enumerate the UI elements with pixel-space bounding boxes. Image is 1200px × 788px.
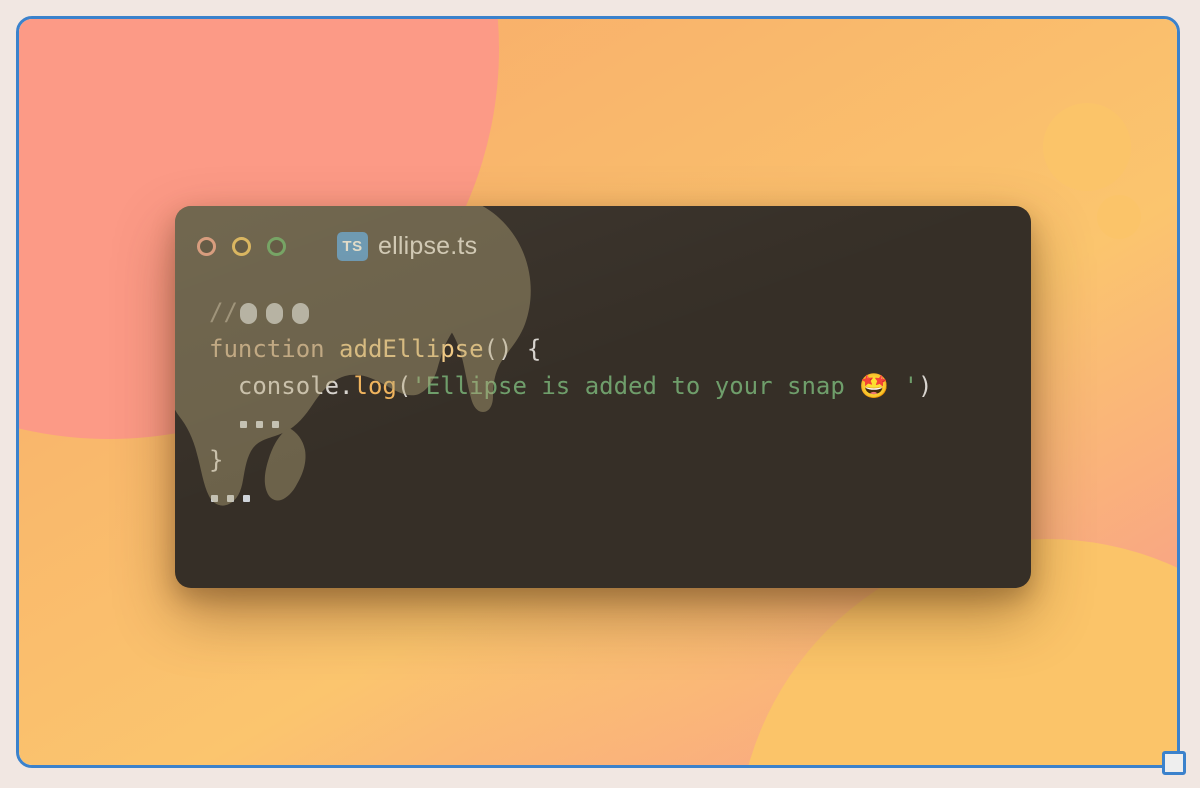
line-body-ellipsis bbox=[209, 405, 1031, 442]
maximize-button[interactable] bbox=[267, 236, 286, 256]
yellow-circle-top-right bbox=[1043, 103, 1131, 191]
line-trailing-ellipsis bbox=[209, 479, 1031, 516]
ellipsis-indicator bbox=[211, 494, 250, 502]
yellow-circle-small-right bbox=[1097, 195, 1141, 239]
resize-handle-bottom-right[interactable] bbox=[1162, 751, 1186, 775]
ellipsis-indicator bbox=[239, 420, 279, 428]
line-function: function addEllipse() { bbox=[209, 331, 1031, 368]
file-name-label: ellipse.ts bbox=[378, 231, 478, 260]
line-consolelog: console.log('Ellipse is added to your sn… bbox=[209, 368, 1031, 405]
line-closebrace: } bbox=[209, 442, 1031, 479]
code-token-emoji: 🤩 bbox=[859, 372, 890, 400]
code-token-punct: } bbox=[209, 446, 224, 474]
code-token-punct: ) bbox=[918, 372, 933, 400]
artwork-canvas[interactable]: TS ellipse.ts // function addEllipse() { … bbox=[19, 19, 1177, 765]
code-token-punct: ( bbox=[396, 372, 412, 400]
line-comment: // bbox=[209, 294, 1031, 331]
code-token-prop: log bbox=[353, 372, 397, 400]
code-token-fn: addEllipse bbox=[339, 335, 484, 363]
code-token-plain: console bbox=[209, 372, 340, 400]
file-tab[interactable]: TS ellipse.ts bbox=[337, 231, 478, 261]
code-token-string: ' bbox=[889, 372, 919, 400]
code-token-keyword: function bbox=[209, 335, 325, 363]
code-token-comment: // bbox=[209, 298, 238, 326]
ellipsis-indicator bbox=[239, 302, 309, 324]
typescript-icon: TS bbox=[337, 231, 368, 261]
code-token-punct: () { bbox=[483, 335, 542, 363]
window-title-bar[interactable]: TS ellipse.ts bbox=[175, 206, 1031, 286]
code-window[interactable]: TS ellipse.ts // function addEllipse() { … bbox=[175, 206, 1031, 588]
close-button[interactable] bbox=[197, 236, 216, 256]
traffic-lights bbox=[197, 236, 286, 256]
screenshot-stage: TS ellipse.ts // function addEllipse() { … bbox=[0, 0, 1200, 788]
code-token-string: 'Ellipse is added to your snap bbox=[411, 372, 860, 400]
minimize-button[interactable] bbox=[232, 236, 251, 256]
code-token-punct: . bbox=[339, 372, 354, 400]
selection-frame[interactable]: TS ellipse.ts // function addEllipse() { … bbox=[16, 16, 1180, 768]
code-editor-content[interactable]: // function addEllipse() { console.log('E… bbox=[175, 286, 1031, 516]
